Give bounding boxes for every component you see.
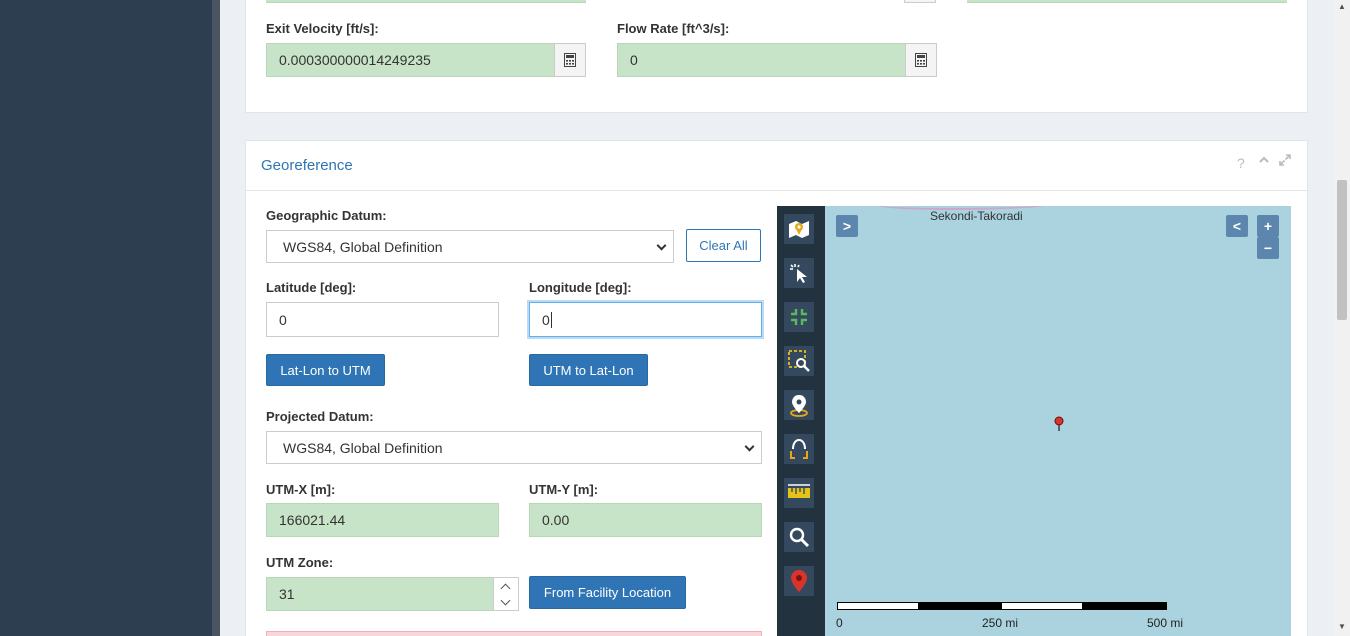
alert-box — [266, 631, 762, 636]
chevron-up-icon[interactable] — [500, 583, 511, 594]
utm-to-latlon-button[interactable]: UTM to Lat-Lon — [529, 354, 648, 386]
orbit-button[interactable] — [784, 434, 814, 464]
ruler-icon — [788, 484, 810, 498]
chevron-down-icon — [656, 240, 667, 251]
map-pin-icon — [1054, 416, 1064, 431]
exit-velocity-calculator-button[interactable] — [554, 43, 586, 77]
location-marker[interactable] — [1054, 416, 1064, 437]
red-marker-icon — [791, 570, 807, 592]
scale-label-500: 500 mi — [1147, 616, 1184, 630]
flow-card: Exit Velocity [ft/s]: 0.0003000000142492… — [245, 0, 1308, 113]
projected-datum-label: Projected Datum: — [266, 409, 374, 424]
prev-row-field-2 — [967, 0, 1287, 3]
utm-x-label: UTM-X [m]: — [266, 482, 336, 497]
text-cursor — [550, 311, 552, 328]
zoom-box-button[interactable] — [784, 346, 814, 376]
main-content: Exit Velocity [ft/s]: 0.0003000000142492… — [220, 0, 1334, 636]
longitude-input[interactable]: 0 — [529, 302, 762, 337]
map-view[interactable]: Sekondi-Takoradi > < + − 0 250 mi 500 mi — [777, 206, 1291, 636]
search-button[interactable] — [784, 522, 814, 552]
map-scale-bar: 0 250 mi 500 mi — [836, 600, 1183, 630]
exit-velocity-label: Exit Velocity [ft/s]: — [266, 21, 379, 36]
orbit-icon — [790, 438, 808, 459]
clear-all-button[interactable]: Clear All — [686, 229, 761, 262]
longitude-label: Longitude [deg]: — [529, 280, 632, 295]
chevron-down-icon — [744, 441, 755, 452]
fullscreen-icon[interactable] — [1279, 153, 1291, 169]
help-icon[interactable]: ? — [1237, 155, 1245, 171]
add-marker-button[interactable] — [784, 566, 814, 596]
exit-velocity-input[interactable]: 0.000300000014249235 — [266, 43, 556, 77]
prev-row-calc — [904, 0, 936, 3]
zoom-out-button[interactable]: − — [1257, 237, 1279, 259]
zoom-in-button[interactable]: + — [1257, 215, 1279, 237]
utm-y-label: UTM-Y [m]: — [529, 482, 599, 497]
georeference-card: Georeference ? Geographic Datum: WGS84, … — [245, 140, 1308, 636]
scroll-down-arrow-icon[interactable]: ▼ — [1338, 622, 1346, 631]
prev-row-field — [266, 0, 586, 3]
collapse-icon[interactable] — [1258, 153, 1270, 169]
collapse-panel-button[interactable]: < — [1226, 215, 1248, 237]
utm-zone-label: UTM Zone: — [266, 555, 334, 570]
geographic-datum-label: Geographic Datum: — [266, 208, 387, 223]
geographic-datum-value: WGS84, Global Definition — [283, 238, 443, 255]
calculator-icon — [915, 53, 927, 67]
utm-zone-group: 31 — [266, 577, 519, 611]
scale-segment — [919, 602, 1001, 610]
scale-label-0: 0 — [836, 616, 843, 630]
georeference-header: Georeference ? — [246, 141, 1307, 191]
map-city-label: Sekondi-Takoradi — [930, 209, 1023, 223]
scale-segment — [1001, 602, 1083, 610]
scrollbar-thumb[interactable] — [1337, 180, 1347, 320]
expand-panel-button[interactable]: > — [836, 215, 858, 237]
projected-datum-select[interactable]: WGS84, Global Definition — [266, 431, 762, 464]
ruler-button[interactable] — [784, 478, 814, 508]
utm-zone-stepper[interactable] — [493, 577, 519, 611]
location-pin-button[interactable] — [784, 390, 814, 420]
map-toolbar — [777, 206, 825, 636]
fit-extent-button[interactable] — [784, 302, 814, 332]
scale-label-250: 250 mi — [982, 616, 1019, 630]
select-button[interactable] — [784, 258, 814, 288]
fit-extent-icon — [791, 309, 807, 325]
calculator-icon — [564, 53, 576, 67]
map-layers-icon — [789, 221, 809, 238]
select-pointer-icon — [790, 264, 807, 283]
chevron-down-icon[interactable] — [500, 595, 511, 606]
projected-datum-value: WGS84, Global Definition — [283, 439, 443, 456]
utm-zone-input[interactable]: 31 — [266, 577, 494, 611]
from-facility-location-button[interactable]: From Facility Location — [529, 576, 686, 609]
latlon-to-utm-button[interactable]: Lat-Lon to UTM — [266, 354, 385, 386]
location-pin-icon — [790, 395, 808, 417]
flow-rate-label: Flow Rate [ft^3/s]: — [617, 21, 730, 36]
scale-segment — [837, 602, 919, 610]
longitude-value: 0 — [542, 311, 550, 328]
map-layers-button[interactable] — [784, 214, 814, 244]
page-scrollbar[interactable]: ▲ ▼ — [1334, 0, 1350, 636]
flow-rate-calculator-button[interactable] — [905, 43, 937, 77]
flow-rate-input[interactable]: 0 — [617, 43, 907, 77]
scale-segment — [1083, 602, 1167, 610]
georeference-title[interactable]: Georeference — [261, 157, 353, 174]
latitude-label: Latitude [deg]: — [266, 280, 357, 295]
utm-x-input[interactable]: 166021.44 — [266, 503, 499, 537]
geographic-datum-select[interactable]: WGS84, Global Definition — [266, 230, 674, 263]
scroll-up-arrow-icon[interactable]: ▲ — [1338, 2, 1346, 11]
sidebar-border — [212, 0, 220, 636]
latitude-input[interactable]: 0 — [266, 302, 499, 337]
zoom-box-icon — [788, 350, 810, 372]
utm-y-input[interactable]: 0.00 — [529, 503, 762, 537]
left-sidebar — [0, 0, 212, 636]
search-icon — [789, 527, 810, 548]
